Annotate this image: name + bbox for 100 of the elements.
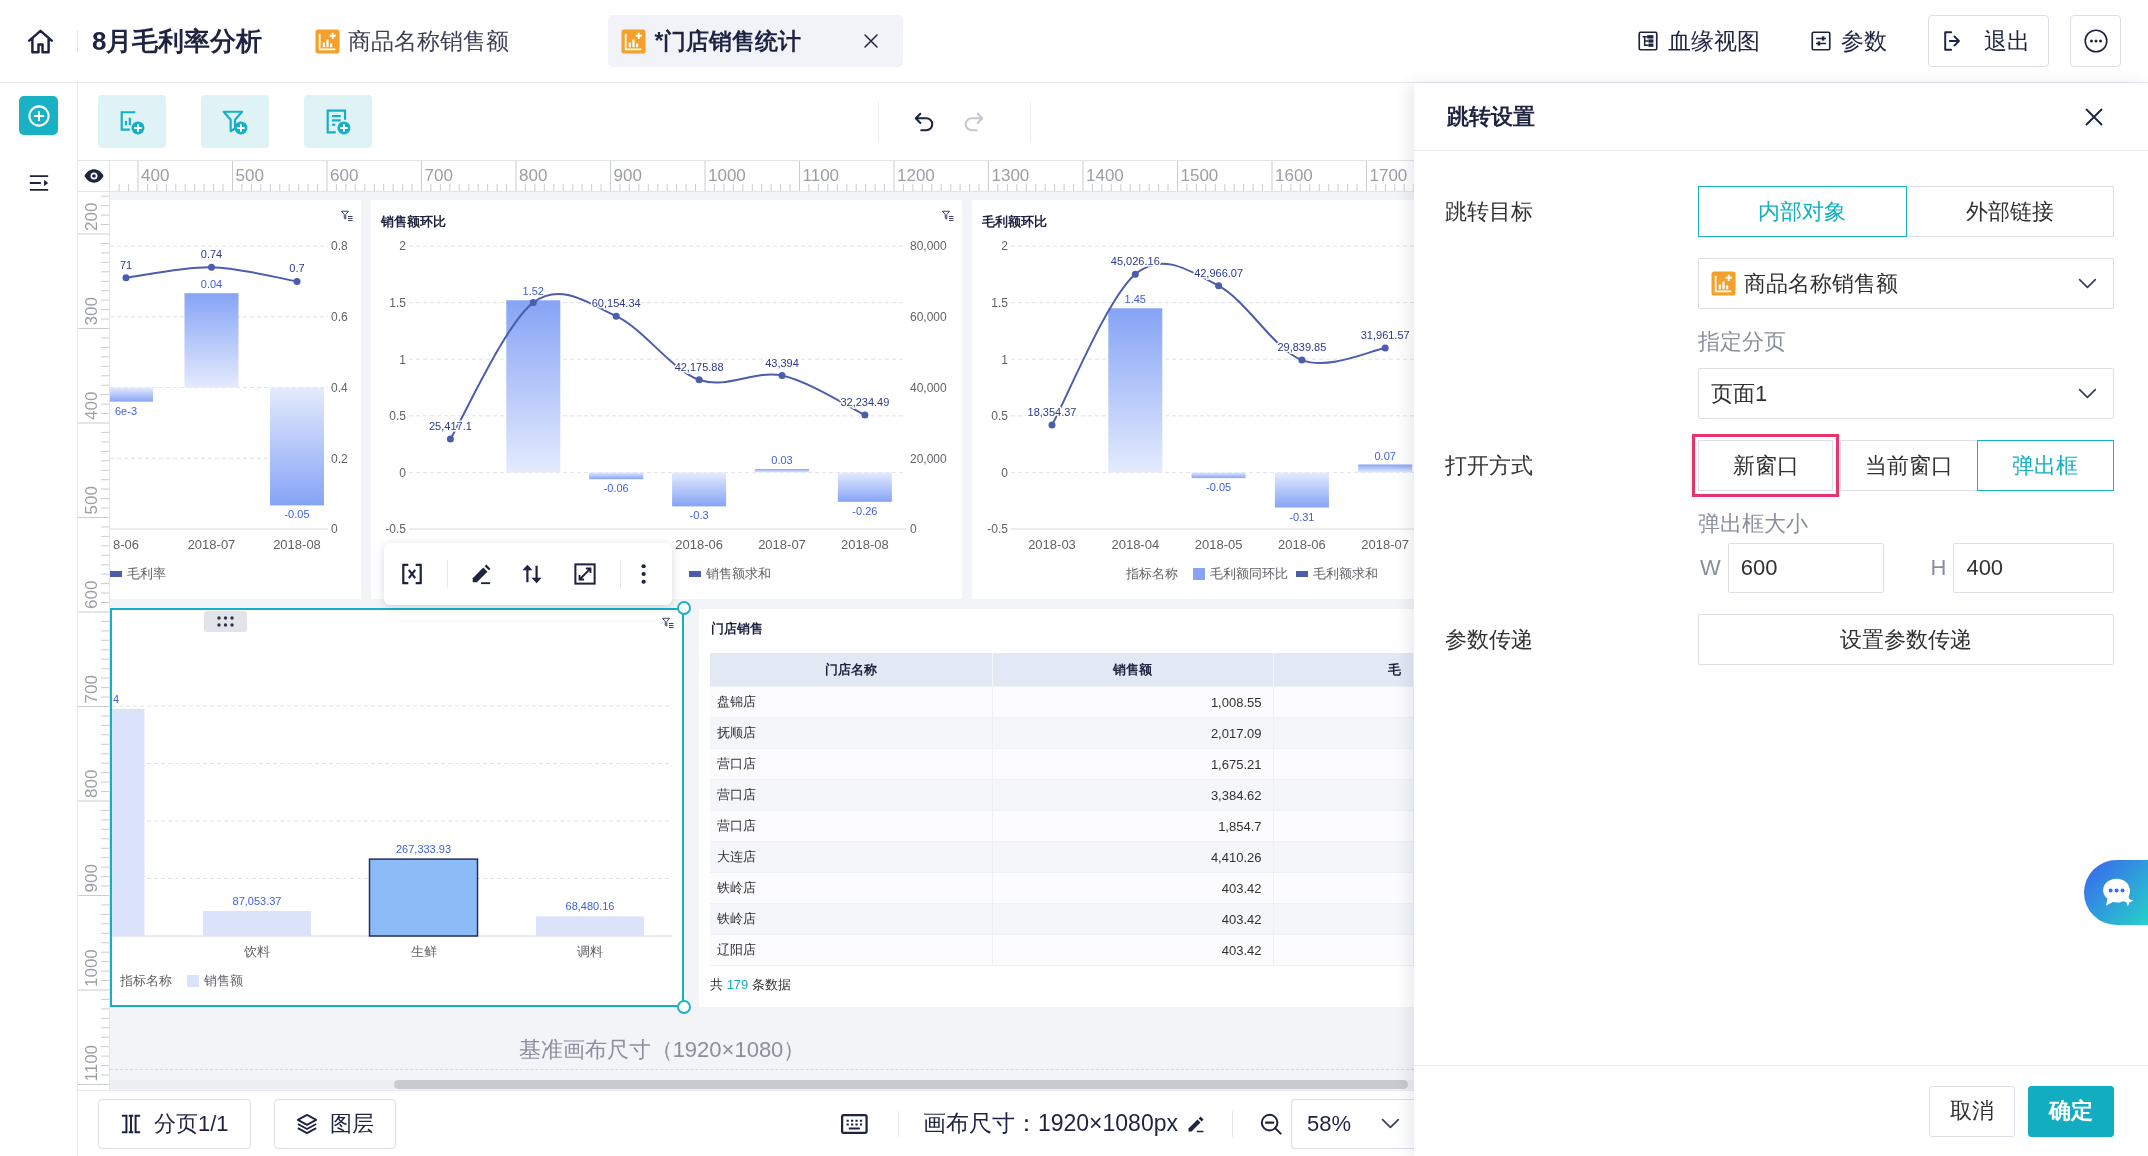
zoom-out-icon[interactable]	[1260, 1112, 1282, 1135]
ruler-label: 400	[82, 391, 101, 420]
table-cell: 大连店	[710, 841, 992, 873]
category-label: 2018-08	[841, 537, 889, 552]
bar	[1358, 464, 1413, 473]
data-label: 43,394	[765, 356, 799, 369]
ruler-label: 1000	[708, 166, 746, 185]
redo-icon	[963, 110, 985, 133]
pencil-icon[interactable]	[1187, 1114, 1205, 1133]
ruler-label: 600	[330, 166, 359, 185]
segment-option[interactable]: 当前窗口	[1840, 440, 1978, 491]
resize-handle[interactable]	[677, 1000, 691, 1014]
category-label: 2018-07	[758, 537, 806, 552]
parameters-button[interactable]: 参数	[1811, 25, 1887, 57]
bar	[837, 472, 892, 502]
bar	[589, 472, 644, 480]
chat-button[interactable]	[2084, 860, 2148, 925]
category-label: 调料	[577, 944, 603, 959]
ruler-label: 1600	[1275, 166, 1313, 185]
axis-label: 1	[1001, 352, 1008, 367]
table-cell: 营口店	[710, 779, 992, 811]
filter-icon[interactable]	[662, 617, 674, 628]
category-label: 2018-05	[1194, 537, 1243, 552]
bar	[1274, 472, 1329, 508]
page-select[interactable]: 页面1	[1698, 368, 2114, 419]
tab[interactable]: *门店销售统计	[608, 15, 904, 67]
close-icon[interactable]	[2084, 106, 2104, 127]
scrollbar-thumb[interactable]	[394, 1080, 1408, 1089]
segment-option[interactable]: 外部链接	[1905, 186, 2114, 237]
ruler-label: 1700	[1369, 166, 1408, 185]
axis-label: 40,000	[910, 380, 947, 395]
data-label: 45,026.16	[1110, 255, 1160, 268]
filter-plus-icon	[222, 108, 248, 135]
legend-label: 销售额	[204, 972, 243, 990]
ruler-label: 1100	[82, 1044, 101, 1082]
expand-icon[interactable]	[574, 563, 596, 585]
field-caption: 指定分页	[1698, 330, 1787, 354]
data-point	[861, 411, 869, 419]
table-cell: 4,410.26	[992, 841, 1273, 873]
lineage-button[interactable]: 血缘视图	[1638, 25, 1760, 57]
axis-label: 80,000	[910, 239, 947, 254]
outline-icon[interactable]	[27, 172, 50, 194]
data-point	[208, 263, 215, 271]
data-label: 42,966.07	[1194, 266, 1244, 279]
axis-label: 1.5	[991, 295, 1008, 310]
data-point	[612, 312, 620, 320]
filter-icon[interactable]	[341, 210, 353, 221]
ruler-label: 200	[82, 202, 101, 231]
more-icon[interactable]	[640, 563, 648, 585]
bar	[110, 387, 153, 402]
drag-handle[interactable]	[204, 611, 247, 632]
legend-title: 指标名称	[120, 972, 172, 990]
table-cell: 铁岭店	[710, 872, 992, 904]
chart-plus-icon	[119, 108, 145, 135]
ruler-label: 400	[141, 166, 170, 185]
ruler-label: 1500	[1180, 166, 1219, 185]
table-cell: 营口店	[710, 810, 992, 842]
resize-handle[interactable]	[677, 601, 691, 615]
category-label: 2018-06	[1278, 537, 1326, 552]
data-point	[1298, 356, 1306, 364]
tab[interactable]: 商品名称销售额	[302, 15, 523, 67]
data-point	[446, 435, 454, 443]
edit-icon[interactable]	[470, 563, 492, 585]
table-title: 门店销售	[710, 620, 764, 638]
axis-label: 1	[399, 352, 406, 367]
data-label: -0.26	[852, 504, 878, 517]
filter-icon[interactable]	[942, 210, 954, 221]
bar-chart-icon	[315, 28, 341, 54]
layers-button[interactable]: 图层	[273, 1098, 396, 1149]
size-input[interactable]: 600	[1727, 543, 1884, 593]
exit-button[interactable]: 退出	[1928, 15, 2049, 67]
segment-option[interactable]: 新窗口	[1698, 440, 1834, 491]
data-label: -0.06	[603, 482, 629, 495]
cancel-button[interactable]: 取消	[1929, 1085, 2015, 1137]
add-button[interactable]	[19, 96, 58, 135]
data-label: 60,154.34	[591, 297, 641, 310]
data-point	[1048, 421, 1056, 429]
keyboard-icon[interactable]	[841, 1113, 868, 1134]
axis-label: 2	[1001, 239, 1008, 254]
data-label: 267,333.93	[395, 843, 452, 856]
data-point	[529, 299, 537, 307]
bar	[672, 472, 727, 507]
chart-title: 毛利额环比	[982, 214, 1047, 229]
swap-icon[interactable]	[521, 563, 543, 585]
axis-label: 0.8	[331, 239, 348, 254]
parameter-passing-button[interactable]: 设置参数传递	[1698, 614, 2114, 665]
close-icon[interactable]	[863, 33, 880, 49]
data-point	[293, 277, 301, 285]
target-select[interactable]: 商品名称销售额	[1698, 258, 2114, 309]
ruler-label: 500	[82, 486, 101, 515]
more-button[interactable]	[2070, 15, 2121, 67]
data-point	[122, 274, 130, 282]
legend-swatch-icon	[187, 975, 199, 987]
fit-frame-icon[interactable]	[401, 563, 423, 585]
ruler-label: 900	[82, 864, 101, 893]
axis-label: 0.6	[331, 310, 348, 325]
eye-icon[interactable]	[83, 166, 104, 186]
pages-button[interactable]: 分页1/1	[98, 1098, 251, 1149]
axis-label: 0	[910, 522, 917, 537]
size-input[interactable]: 400	[1953, 543, 2114, 593]
